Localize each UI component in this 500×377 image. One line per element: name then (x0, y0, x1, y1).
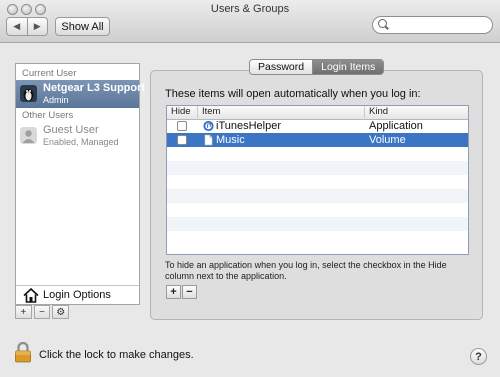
remove-login-item-button[interactable]: − (182, 285, 197, 299)
house-icon (23, 288, 39, 303)
remove-user-button[interactable]: − (33, 305, 51, 319)
users-sidebar: Current User Netgear L3 Support Admin Ot… (15, 63, 145, 305)
table-row[interactable]: iTunesHelper Application (167, 119, 468, 133)
column-header-hide[interactable]: Hide (167, 106, 198, 118)
help-button[interactable]: ? (470, 348, 487, 365)
gear-icon[interactable]: ⚙ (52, 305, 70, 319)
sidebar-item-login-options[interactable]: Login Options (16, 285, 139, 305)
sidebar-button-bar: + − ⚙ (15, 305, 71, 319)
empty-row (167, 231, 468, 245)
item-name: iTunesHelper (216, 120, 282, 132)
table-header: Hide Item Kind (167, 106, 468, 120)
show-all-button[interactable]: Show All (55, 17, 110, 36)
guest-user-role: Enabled, Managed (43, 137, 119, 147)
table-row[interactable]: Music Volume (167, 133, 468, 147)
person-silhouette-icon (20, 127, 37, 144)
empty-row (167, 189, 468, 203)
chevron-left-icon[interactable]: ◀ (7, 18, 28, 35)
empty-row (167, 147, 468, 161)
login-items-button-bar: + − (166, 285, 198, 299)
search-icon (378, 19, 387, 28)
add-user-button[interactable]: + (15, 305, 32, 319)
search-input[interactable] (391, 18, 487, 31)
tab-bar: Password Login Items (249, 59, 385, 75)
login-options-label: Login Options (43, 289, 111, 301)
hide-checkbox[interactable] (177, 135, 187, 145)
empty-row (167, 161, 468, 175)
item-kind: Application (369, 120, 423, 132)
login-items-table[interactable]: Hide Item Kind iTunesHelper Application … (166, 105, 469, 255)
empty-row (167, 217, 468, 231)
current-user-name: Netgear L3 Support (43, 82, 146, 94)
sidebar-item-guest-user[interactable]: Guest User Enabled, Managed (16, 122, 139, 150)
search-field[interactable] (372, 16, 493, 34)
empty-row (167, 203, 468, 217)
hide-checkbox[interactable] (177, 121, 187, 131)
tab-login-items[interactable]: Login Items (313, 60, 384, 74)
guest-user-name: Guest User (43, 124, 99, 136)
current-user-header: Current User (22, 68, 77, 79)
other-users-header: Other Users (22, 110, 74, 121)
item-name: Music (216, 134, 245, 146)
penguin-avatar-icon (20, 85, 37, 102)
window-title: Users & Groups (210, 3, 290, 15)
login-items-intro: These items will open automatically when… (165, 88, 421, 100)
tab-password[interactable]: Password (250, 60, 314, 74)
item-kind: Volume (369, 134, 406, 146)
column-header-item[interactable]: Item (198, 106, 365, 118)
current-user-role: Admin (43, 95, 69, 105)
column-header-kind[interactable]: Kind (365, 106, 468, 118)
chevron-right-icon[interactable]: ▶ (28, 18, 48, 35)
empty-row (167, 175, 468, 189)
add-login-item-button[interactable]: + (166, 285, 181, 299)
lock-hint-text: Click the lock to make changes. (39, 349, 194, 361)
lock-icon[interactable] (14, 341, 32, 363)
sidebar-item-current-user[interactable]: Netgear L3 Support Admin (16, 80, 145, 108)
back-forward-control[interactable]: ◀ ▶ (6, 17, 48, 36)
document-icon (204, 134, 213, 146)
login-items-help-text: To hide an application when you log in, … (165, 260, 447, 281)
itunes-helper-icon (203, 120, 214, 132)
